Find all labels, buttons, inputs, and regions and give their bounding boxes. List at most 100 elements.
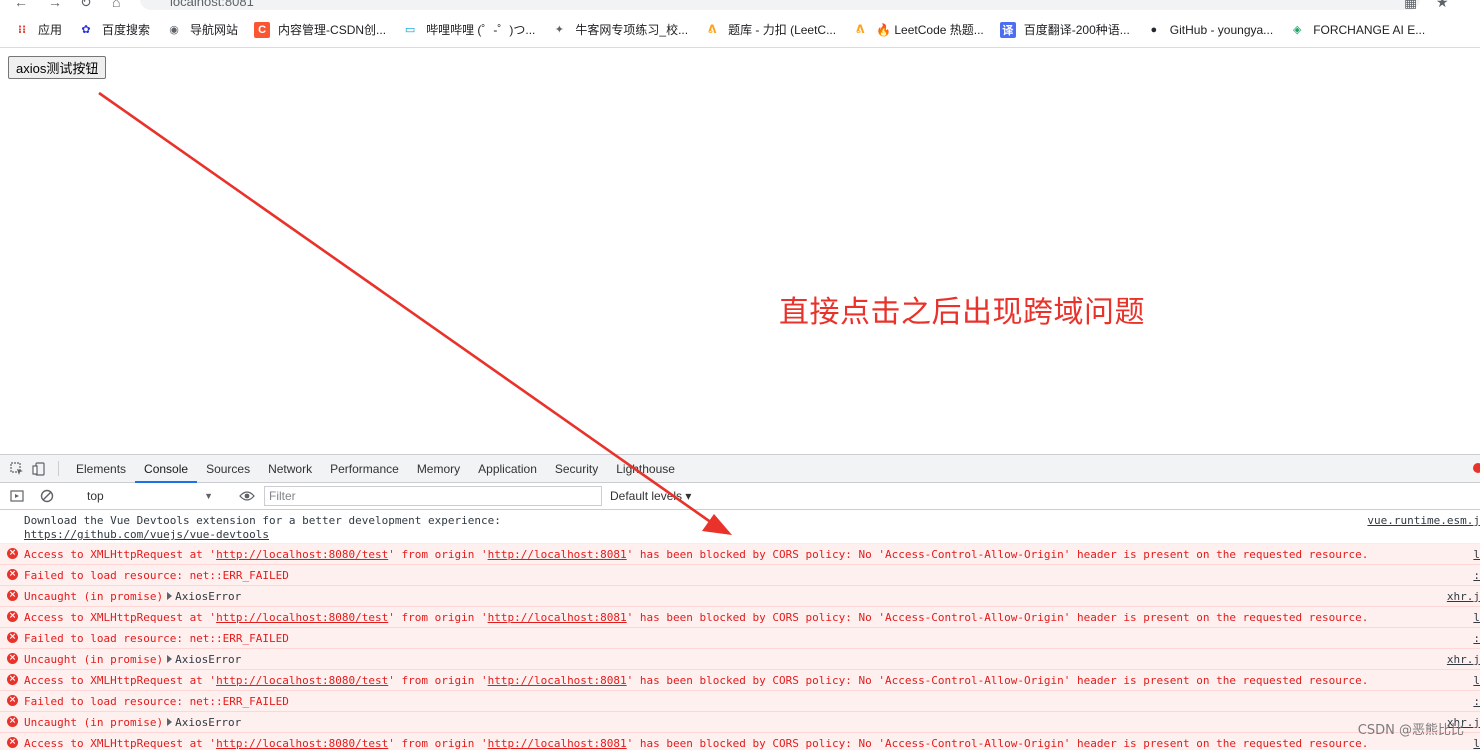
bookmark-item[interactable]: ▭ 哔哩哔哩 (゜-゜)つ... <box>402 21 536 38</box>
tab-security[interactable]: Security <box>546 455 607 482</box>
tab-memory[interactable]: Memory <box>408 455 469 482</box>
source-link[interactable]: xhr.j <box>1447 590 1480 604</box>
expand-triangle-icon[interactable] <box>167 655 173 663</box>
baidu-paw-icon: ✿ <box>81 24 91 36</box>
error-icon: × <box>7 674 18 685</box>
source-link[interactable]: l <box>1473 548 1480 562</box>
extension-icon[interactable]: ▦ <box>1404 0 1417 11</box>
bookmark-item[interactable]: ᕕ 题库 - 力扣 (LeetC... <box>704 21 836 38</box>
target-url-link[interactable]: http://localhost:8080/test <box>216 674 388 687</box>
uncaught-prefix: Uncaught (in promise) <box>24 590 164 603</box>
cors-text-mid: ' from origin ' <box>388 548 488 561</box>
source-link[interactable]: l <box>1473 611 1480 625</box>
bookmark-item[interactable]: ✿ 百度搜索 <box>78 21 150 38</box>
failed-resource-row: × Failed to load resource: net::ERR_FAILE… <box>0 565 1480 586</box>
clear-console-icon[interactable] <box>36 489 58 503</box>
cors-text-end: ' has been blocked by CORS policy: No 'A… <box>626 674 1369 687</box>
uncaught-error-row: × Uncaught (in promise) AxiosError xhr.j <box>0 586 1480 607</box>
back-icon[interactable]: ← <box>14 0 28 10</box>
forchange-icon: ◈ <box>1292 24 1302 36</box>
context-select[interactable]: top ▼ <box>81 486 219 506</box>
origin-url-link[interactable]: http://localhost:8081 <box>488 548 627 561</box>
console-toolbar: top ▼ Default levels ▾ <box>0 483 1480 510</box>
uncaught-prefix: Uncaught (in promise) <box>24 653 164 666</box>
expand-triangle-icon[interactable] <box>167 592 173 600</box>
bookmark-star-icon[interactable]: ★ <box>1436 0 1449 11</box>
forward-icon[interactable]: → <box>48 0 62 10</box>
failed-text: Failed to load resource: net::ERR_FAILED <box>24 569 289 582</box>
cors-text-end: ' has been blocked by CORS policy: No 'A… <box>626 737 1369 750</box>
bookmark-label: 牛客网专项练习_校... <box>575 23 689 37</box>
error-icon: × <box>7 590 18 601</box>
error-icon: × <box>7 611 18 622</box>
uncaught-error-row: × Uncaught (in promise) AxiosError xhr.j <box>0 649 1480 670</box>
bookmark-item[interactable]: ● GitHub - youngya... <box>1146 22 1273 38</box>
source-link[interactable]: : <box>1473 695 1480 709</box>
console-filter-input[interactable] <box>264 486 602 506</box>
cors-text-start: Access to XMLHttpRequest at ' <box>24 611 217 624</box>
error-icon: × <box>7 716 18 727</box>
source-link[interactable]: l <box>1473 674 1480 688</box>
cors-error-row: × Access to XMLHttpRequest at 'http://loc… <box>0 733 1480 750</box>
error-icon: × <box>7 569 18 580</box>
origin-url-link[interactable]: http://localhost:8081 <box>488 674 627 687</box>
sidebar-toggle-icon[interactable] <box>6 489 28 503</box>
bilibili-tv-icon: ▭ <box>404 24 416 36</box>
console-messages: Download the Vue Devtools extension for … <box>0 510 1480 750</box>
failed-text: Failed to load resource: net::ERR_FAILED <box>24 632 289 645</box>
tab-elements[interactable]: Elements <box>67 455 135 482</box>
source-link[interactable]: : <box>1473 569 1480 583</box>
axios-test-button[interactable]: axios测试按钮 <box>8 56 107 79</box>
inspect-element-icon[interactable] <box>6 455 28 482</box>
tab-performance[interactable]: Performance <box>321 455 408 482</box>
source-link[interactable]: : <box>1473 632 1480 646</box>
bookmark-label: 导航网站 <box>190 23 239 37</box>
cors-text-end: ' has been blocked by CORS policy: No 'A… <box>626 611 1369 624</box>
address-row: ← → ↻ ⌂ localhost:8081 ▦ ★ <box>0 0 1480 12</box>
cors-text-start: Access to XMLHttpRequest at ' <box>24 674 217 687</box>
vue-devtools-link[interactable]: https://github.com/vuejs/vue-devtools <box>24 528 269 541</box>
bookmark-item[interactable]: ◉ 导航网站 <box>166 21 238 38</box>
device-toggle-icon[interactable] <box>28 455 50 482</box>
target-url-link[interactable]: http://localhost:8080/test <box>216 611 388 624</box>
tab-network[interactable]: Network <box>259 455 321 482</box>
error-icon: × <box>7 737 18 748</box>
address-text: localhost:8081 <box>170 0 254 9</box>
origin-url-link[interactable]: http://localhost:8081 <box>488 611 627 624</box>
bookmark-label: 🔥 LeetCode 热题... <box>876 23 984 37</box>
bookmark-item[interactable]: ◈ FORCHANGE AI E... <box>1289 22 1425 38</box>
source-link[interactable]: xhr.j <box>1447 653 1480 667</box>
axios-error-label[interactable]: AxiosError <box>175 653 241 666</box>
address-bar[interactable] <box>140 0 1420 10</box>
home-icon[interactable]: ⌂ <box>112 0 120 10</box>
tab-divider <box>58 461 59 476</box>
origin-url-link[interactable]: http://localhost:8081 <box>488 737 627 750</box>
info-message: Download the Vue Devtools extension for … <box>24 514 501 527</box>
bookmark-item[interactable]: ✦ 牛客网专项练习_校... <box>551 21 688 38</box>
bookmark-item[interactable]: 译百度翻译-200种语... <box>999 21 1130 38</box>
source-link[interactable]: l <box>1473 737 1480 750</box>
tab-console[interactable]: Console <box>135 455 198 483</box>
cors-error-row: × Access to XMLHttpRequest at 'http://loc… <box>0 670 1480 691</box>
csdn-c-icon: C <box>254 21 271 38</box>
failed-resource-row: × Failed to load resource: net::ERR_FAILE… <box>0 628 1480 649</box>
axios-error-label[interactable]: AxiosError <box>175 716 241 729</box>
bookmark-item[interactable]: ⁝⁝ 应用 <box>14 21 62 38</box>
bookmark-item[interactable]: ᕕ 🔥 LeetCode 热题... <box>852 21 984 38</box>
reload-icon[interactable]: ↻ <box>80 0 92 11</box>
live-expression-eye-icon[interactable] <box>236 490 258 502</box>
expand-triangle-icon[interactable] <box>167 718 173 726</box>
github-icon: ● <box>1150 23 1158 36</box>
error-count-icon[interactable] <box>1473 463 1480 473</box>
tab-application[interactable]: Application <box>469 455 546 482</box>
target-url-link[interactable]: http://localhost:8080/test <box>216 548 388 561</box>
tab-sources[interactable]: Sources <box>197 455 259 482</box>
log-levels-dropdown[interactable]: Default levels ▾ <box>610 489 691 503</box>
bookmark-item[interactable]: C 内容管理-CSDN创... <box>254 21 386 38</box>
tab-lighthouse[interactable]: Lighthouse <box>607 455 684 482</box>
uncaught-error-row: × Uncaught (in promise) AxiosError xhr.j <box>0 712 1480 733</box>
source-link[interactable]: vue.runtime.esm.j <box>1367 514 1480 528</box>
target-url-link[interactable]: http://localhost:8080/test <box>216 737 388 750</box>
bookmark-label: 内容管理-CSDN创... <box>278 23 387 37</box>
axios-error-label[interactable]: AxiosError <box>175 590 241 603</box>
